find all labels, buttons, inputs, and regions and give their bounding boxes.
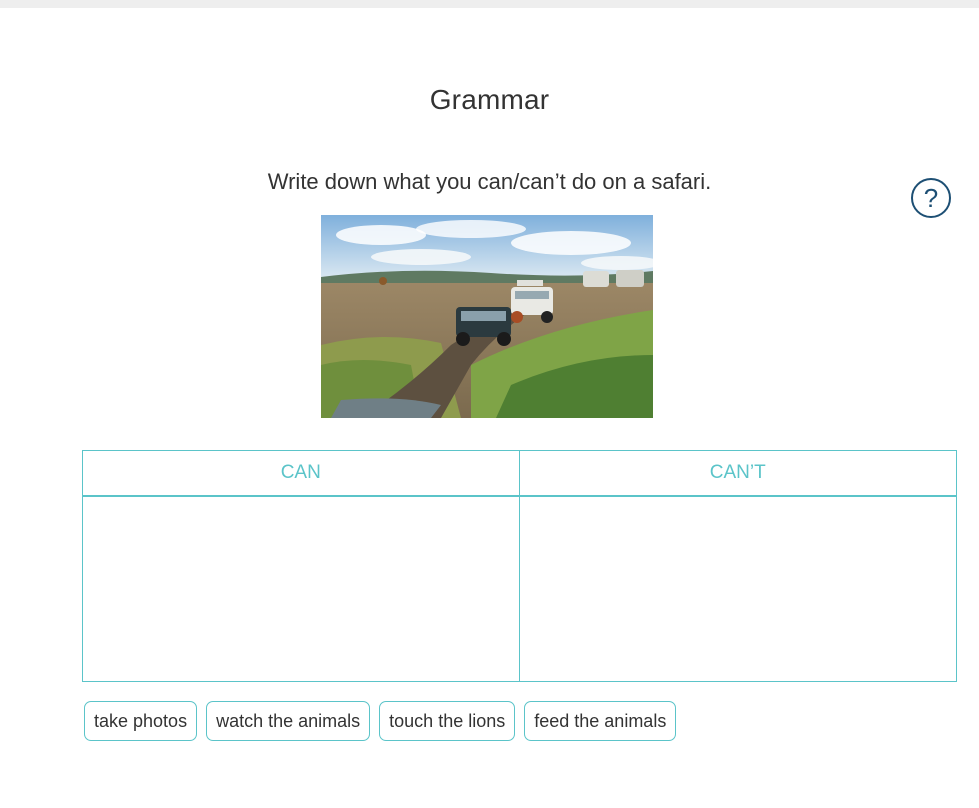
column-header-can: CAN: [83, 451, 520, 497]
help-button[interactable]: ?: [911, 178, 951, 218]
option-chip[interactable]: watch the animals: [206, 701, 371, 741]
column-header-cant: CAN’T: [519, 451, 956, 497]
answer-options: take photos watch the animals touch the …: [84, 701, 677, 741]
exercise-instruction: Write down what you can/can’t do on a sa…: [267, 169, 712, 194]
question-mark-icon: ?: [923, 183, 939, 213]
option-chip[interactable]: touch the lions: [379, 701, 516, 741]
sorting-table: CAN CAN’T: [82, 450, 957, 682]
page-title: Grammar: [429, 84, 550, 115]
top-bar: [0, 0, 979, 8]
drop-zone-cant[interactable]: [519, 497, 956, 681]
option-chip[interactable]: take photos: [84, 701, 198, 741]
safari-photo: [321, 215, 653, 418]
option-chip[interactable]: feed the animals: [524, 701, 677, 741]
drop-zone-can[interactable]: [83, 497, 520, 681]
